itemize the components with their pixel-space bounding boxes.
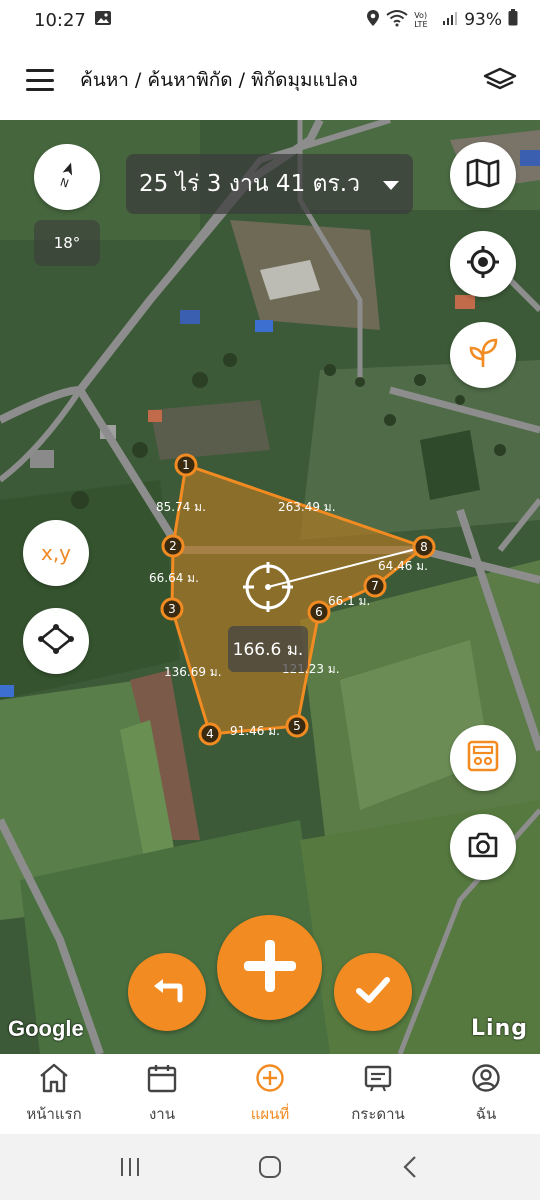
undo-icon bbox=[150, 976, 184, 1008]
vertex-3: 3 bbox=[168, 602, 176, 616]
check-icon bbox=[355, 975, 391, 1009]
battery-label: 93% bbox=[464, 10, 502, 30]
user-icon bbox=[471, 1063, 501, 1097]
status-bar: 10:27 Vo) LTE 93% bbox=[0, 0, 540, 40]
network-label: Vo) LTE bbox=[414, 11, 428, 29]
gps-target-icon bbox=[465, 244, 501, 284]
calculator-button[interactable] bbox=[450, 725, 516, 791]
locate-button[interactable] bbox=[450, 231, 516, 297]
coordinates-button[interactable]: x,y bbox=[23, 520, 89, 586]
add-point-button[interactable] bbox=[217, 915, 322, 1020]
edge-label-8-1: 263.49 ม. bbox=[278, 500, 336, 514]
polygon-icon bbox=[38, 624, 74, 658]
nav-home-label: หน้าแรก bbox=[26, 1104, 82, 1123]
edge-label-2-3: 66.64 ม. bbox=[149, 571, 199, 585]
xy-label: x,y bbox=[40, 541, 72, 565]
location-icon bbox=[366, 9, 380, 32]
status-time: 10:27 bbox=[34, 9, 86, 31]
home-icon bbox=[38, 1063, 70, 1097]
nav-map-label: แผนที่ bbox=[250, 1104, 290, 1123]
confirm-button[interactable] bbox=[334, 953, 412, 1031]
nav-map[interactable]: แผนที่ bbox=[216, 1054, 324, 1134]
edge-label-6-7: 66.1 ม. bbox=[328, 594, 370, 608]
camera-button[interactable] bbox=[450, 814, 516, 880]
compass-icon: N bbox=[54, 160, 80, 194]
plus-icon bbox=[240, 936, 300, 1000]
status-right: Vo) LTE 93% bbox=[366, 9, 518, 32]
system-nav-bar bbox=[0, 1134, 540, 1200]
vertex-2: 2 bbox=[169, 539, 177, 553]
vertex-6: 6 bbox=[315, 605, 323, 619]
wifi-icon bbox=[386, 9, 408, 32]
plus-circle-icon bbox=[255, 1063, 285, 1097]
nav-home[interactable]: หน้าแรก bbox=[0, 1054, 108, 1134]
home-button-icon[interactable] bbox=[250, 1147, 290, 1187]
breadcrumb: ค้นหา / ค้นหาพิกัด / พิกัดมุมแปลง bbox=[80, 69, 358, 91]
google-logo: Google bbox=[8, 1016, 84, 1041]
map-icon bbox=[466, 158, 500, 192]
area-text: 25 ไร่ 3 งาน 41 ตร.ว bbox=[139, 171, 361, 197]
svg-text:N: N bbox=[58, 176, 70, 190]
vertex-4: 4 bbox=[206, 727, 214, 741]
center-distance-label: 166.6 ม. bbox=[228, 626, 308, 672]
vertex-1: 1 bbox=[182, 458, 190, 472]
compass-angle: 18° bbox=[34, 220, 100, 266]
undo-button[interactable] bbox=[128, 953, 206, 1031]
menu-icon[interactable] bbox=[26, 69, 54, 91]
vertex-5: 5 bbox=[293, 719, 301, 733]
polygon-edit-button[interactable] bbox=[23, 608, 89, 674]
edge-label-4-5: 91.46 ม. bbox=[230, 724, 280, 738]
area-dropdown[interactable]: 25 ไร่ 3 งาน 41 ตร.ว bbox=[126, 154, 413, 214]
vertex-8: 8 bbox=[420, 540, 428, 554]
nav-me-label: ฉัน bbox=[475, 1104, 497, 1123]
nav-board-label: กระดาน bbox=[351, 1104, 405, 1123]
sprout-icon bbox=[468, 337, 498, 373]
recent-apps-icon[interactable] bbox=[110, 1147, 150, 1187]
signal-icon bbox=[442, 10, 458, 31]
layers-icon[interactable] bbox=[480, 60, 520, 100]
nav-me[interactable]: ฉัน bbox=[432, 1054, 540, 1134]
camera-icon bbox=[467, 831, 499, 863]
compass-button[interactable]: N bbox=[34, 144, 100, 210]
battery-icon bbox=[508, 9, 518, 31]
app-header: ค้นหา / ค้นหาพิกัด / พิกัดมุมแปลง bbox=[0, 40, 540, 120]
board-icon bbox=[363, 1063, 393, 1097]
map-view[interactable]: 1 2 3 4 5 6 7 8 85.74 ม. 66.64 ม. 136.69… bbox=[0, 120, 540, 1054]
ling-logo: Ling bbox=[471, 1016, 528, 1041]
bottom-nav: หน้าแรก งาน แผนที่ กระดาน ฉัน bbox=[0, 1054, 540, 1134]
calendar-icon bbox=[147, 1063, 177, 1097]
edge-label-1-2: 85.74 ม. bbox=[156, 500, 206, 514]
calculator-icon bbox=[467, 740, 499, 776]
screen: 10:27 Vo) LTE 93% ค้นหา / ค้นหาพิกัด / พ… bbox=[0, 0, 540, 1200]
back-icon[interactable] bbox=[390, 1147, 430, 1187]
caret-down-icon bbox=[383, 181, 399, 190]
edge-label-7-8: 64.46 ม. bbox=[378, 559, 428, 573]
gallery-icon bbox=[94, 10, 112, 31]
nav-tasks-label: งาน bbox=[148, 1104, 175, 1123]
vertex-7: 7 bbox=[371, 579, 379, 593]
crop-button[interactable] bbox=[450, 322, 516, 388]
edge-label-3-4: 136.69 ม. bbox=[164, 665, 222, 679]
map-type-button[interactable] bbox=[450, 142, 516, 208]
nav-tasks[interactable]: งาน bbox=[108, 1054, 216, 1134]
nav-board[interactable]: กระดาน bbox=[324, 1054, 432, 1134]
